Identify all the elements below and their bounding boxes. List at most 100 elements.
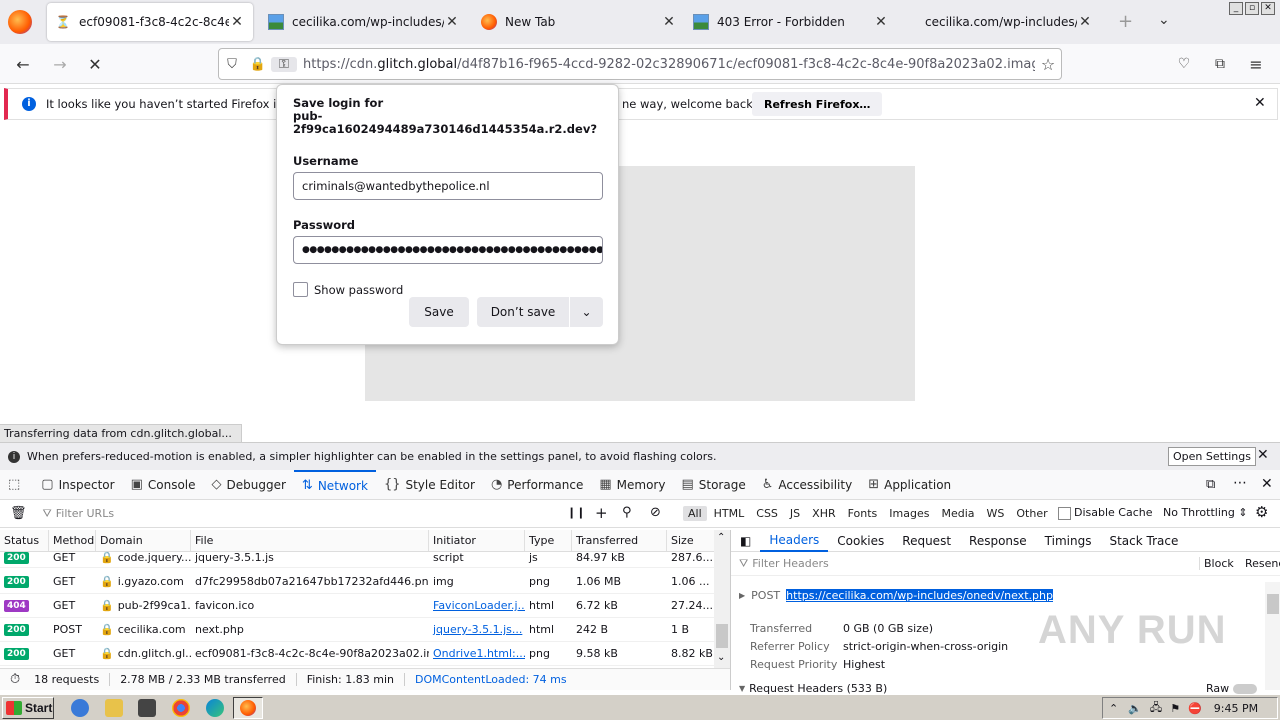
filter-images[interactable]: Images [884,506,934,521]
tab-debugger[interactable]: ◇ Debugger [204,470,294,500]
filter-headers-input[interactable]: Filter Headers [752,557,829,570]
toggle-sidebar-icon[interactable]: ◧ [731,530,760,552]
close-tab-icon[interactable]: ✕ [229,14,245,30]
tab-cecilika-1[interactable]: cecilika.com/wp-includes/onedv/ ✕ [260,3,468,41]
filter-js[interactable]: JS [785,506,805,521]
scroll-down-icon[interactable]: ⌄ [717,652,725,663]
key-icon[interactable]: ⚿ [271,56,297,72]
chevron-up-icon[interactable]: ⌃ [1109,702,1118,715]
expand-triangle-icon[interactable]: ▼ [739,684,745,693]
dont-save-button[interactable]: Don’t save [477,297,569,327]
network-icon[interactable]: 🖧 [1150,699,1162,718]
show-password-checkbox[interactable] [293,282,308,297]
block-icon[interactable]: ⊘ [650,505,661,520]
close-devtools-icon[interactable]: ✕ [1261,476,1273,492]
more-options-icon[interactable]: ⋯ [1233,475,1247,491]
firefox-taskbar-button[interactable] [233,697,263,719]
table-row[interactable]: 200 GET 🔒 cdn.glitch.gl... ecf09081-f3c8-… [0,642,714,666]
search-icon[interactable]: ⚲ [622,505,632,520]
tab-performance[interactable]: ◔ Performance [483,470,591,500]
list-all-tabs-chevron-icon[interactable]: ⌄ [1158,12,1170,28]
tab-console[interactable]: ▣ Console [123,470,204,500]
table-row[interactable]: 200 GET 🔒 code.jquery.... jquery-3.5.1.js… [0,548,714,568]
close-tab-icon[interactable]: ✕ [444,14,460,30]
open-settings-button[interactable]: Open Settings [1168,447,1256,466]
post-url[interactable]: https://cecilika.com/wp-includes/onedv/n… [786,589,1053,602]
filter-html[interactable]: HTML [709,506,750,521]
bookmark-star-icon[interactable]: ☆ [1035,55,1061,74]
pocket-icon[interactable]: ♡ [1171,52,1197,76]
security-icon[interactable]: ⛔ [1188,702,1202,715]
start-button[interactable]: Start [2,697,54,719]
resend-button[interactable]: Resend [1245,557,1280,570]
refresh-firefox-button[interactable]: Refresh Firefox… [752,92,883,116]
tab-storage[interactable]: ▤ Storage [673,470,753,500]
dropdown-chevron-icon[interactable]: ⌄ [570,297,603,327]
username-field[interactable]: criminals@wantedbythepolice.nl [293,172,603,200]
ie-icon[interactable] [71,699,89,717]
tab-cecilika-2[interactable]: cecilika.com/wp-includes/onedv/ ✕ [917,3,1101,41]
tab-cookies[interactable]: Cookies [828,530,893,552]
forward-arrow-icon[interactable]: → [47,52,73,76]
pause-icon[interactable]: ❙❙ [567,506,585,519]
tab-request[interactable]: Request [893,530,960,552]
stop-loading-icon[interactable]: ✕ [82,52,108,76]
close-tab-icon[interactable]: ✕ [1077,14,1093,30]
request-list-scrollbar[interactable]: ⌃ ⌄ [714,530,730,668]
show-password-toggle[interactable]: Show password [293,282,602,297]
tab-timings[interactable]: Timings [1036,530,1101,552]
post-url-row[interactable]: ▶ POST https://cecilika.com/wp-includes/… [739,589,1053,602]
back-arrow-icon[interactable]: ← [10,52,36,76]
clock[interactable]: 9:45 PM [1214,702,1258,715]
raw-switch[interactable] [1233,683,1258,694]
expand-triangle-icon[interactable]: ▶ [739,591,745,600]
flag-icon[interactable]: ⚑ [1170,702,1180,715]
tab-403-error[interactable]: 403 Error - Forbidden ✕ [685,3,897,41]
filter-media[interactable]: Media [936,506,979,521]
tab-memory[interactable]: ▦ Memory [591,470,673,500]
table-row[interactable]: 200 GET 🔒 i.gyazo.com d7fc29958db07a21647… [0,570,714,594]
filter-ws[interactable]: WS [982,506,1010,521]
filter-xhr[interactable]: XHR [807,506,840,521]
scroll-up-icon[interactable]: ⌃ [717,532,725,543]
table-row[interactable]: 404 GET 🔒 pub-2f99ca1... favicon.ico Favi… [0,594,714,618]
filter-urls-input[interactable]: Filter URLs [56,507,556,520]
tab-accessibility[interactable]: ♿ Accessibility [754,470,861,500]
chrome-icon[interactable] [172,699,190,717]
tab-stack-trace[interactable]: Stack Trace [1100,530,1187,552]
tab-application[interactable]: ⊞ Application [860,470,959,500]
detail-scrollbar[interactable] [1265,582,1280,690]
filter-all[interactable]: All [683,506,707,521]
tracking-protection-shield-icon[interactable]: ⛉ [219,57,245,72]
block-button[interactable]: Block [1199,557,1234,570]
disable-cache-checkbox[interactable] [1058,507,1071,520]
filter-fonts[interactable]: Fonts [843,506,883,521]
extensions-icon[interactable]: ⧉ [1207,52,1233,76]
new-tab-plus-icon[interactable]: + [1118,11,1133,32]
filter-other[interactable]: Other [1011,506,1052,521]
volume-icon[interactable]: 🔈 [1128,702,1142,715]
close-notice-icon[interactable]: ✕ [1257,447,1269,463]
password-field[interactable]: ●●●●●●●●●●●●●●●●●●●●●●●●●●●●●●●●●●●●●●●●… [293,236,603,264]
hamburger-menu-icon[interactable]: ≡ [1243,52,1269,76]
close-tab-icon[interactable]: ✕ [873,14,889,30]
url-bar[interactable]: ⛉ 🔒 ⚿ https://cdn.glitch.global/d4f87b16… [218,48,1062,80]
firefox-menu-icon[interactable] [8,10,32,34]
url-text[interactable]: https://cdn.glitch.global/d4f87b16-f965-… [303,57,1035,72]
lock-icon[interactable]: 🔒 [245,57,271,72]
tab-active[interactable]: ⏳ ecf09081-f3c8-4c2c-8c4e-90f8a ✕ [47,3,253,41]
element-picker-icon[interactable]: ⬚ [0,470,33,500]
trash-icon[interactable]: 🗑 [10,506,27,521]
settings-gear-icon[interactable]: ⚙ [1255,503,1268,521]
tab-new-tab[interactable]: New Tab ✕ [473,3,685,41]
maximize-window-icon[interactable]: ▫ [1245,2,1259,15]
tab-headers[interactable]: Headers [760,530,829,552]
tab-style-editor[interactable]: {} Style Editor [376,470,483,500]
dock-side-icon[interactable]: ⧉ [1206,477,1215,492]
close-notification-icon[interactable]: ✕ [1254,95,1266,111]
minimize-window-icon[interactable]: _ [1229,2,1243,15]
filter-css[interactable]: CSS [751,506,783,521]
tab-network[interactable]: ⇅ Network [293,469,376,500]
scroll-thumb[interactable] [1267,594,1279,614]
throttling-select[interactable]: No Throttling ⇕ [1163,506,1248,519]
